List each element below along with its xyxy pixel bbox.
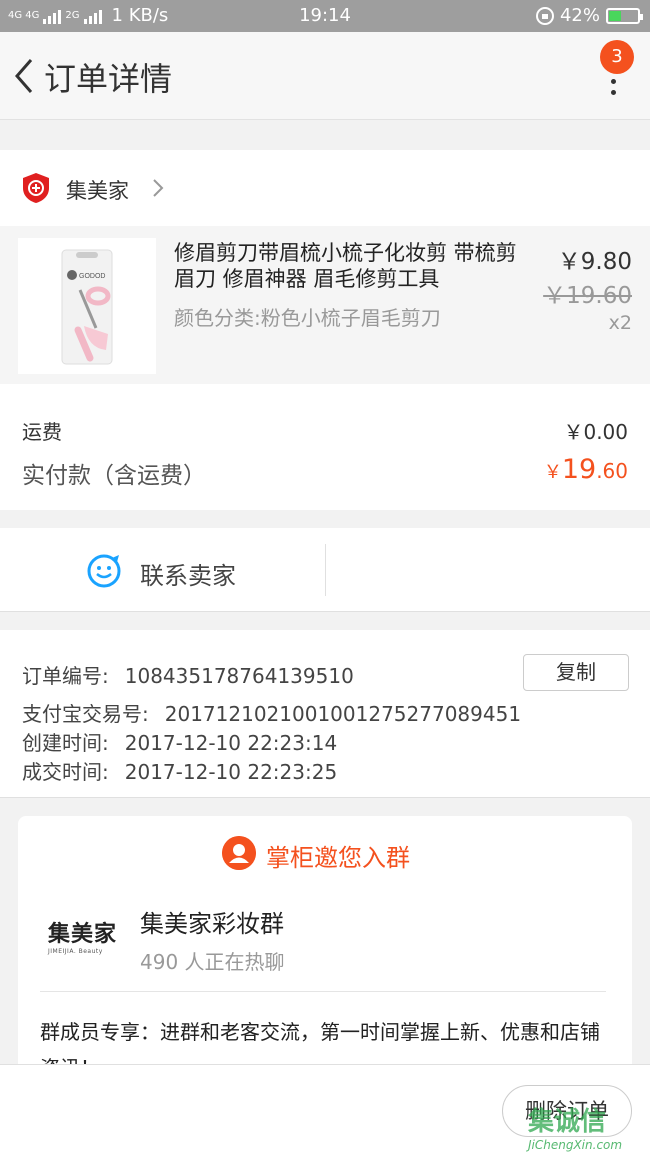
page-title: 订单详情: [44, 60, 173, 98]
completed-time-row: 成交时间: 2017-12-10 22:23:25: [22, 756, 337, 785]
alipay-number-label: 支付宝交易号:: [22, 702, 149, 726]
app-header: 订单详情: [0, 32, 650, 120]
created-time: 2017-12-10 22:23:14: [124, 731, 338, 755]
status-bar: 4G 4G 2G 1 KB/s 19:14 42%: [0, 0, 650, 32]
chat-bubble-icon[interactable]: [86, 552, 122, 588]
watermark-logo: 集诚信: [528, 1107, 607, 1137]
product-original-price: ￥19.60: [543, 283, 632, 309]
back-arrow-icon[interactable]: [14, 58, 34, 94]
group-chat-icon: [222, 836, 256, 870]
product-price: ￥9.80: [557, 249, 632, 275]
paid-currency: ￥: [543, 462, 562, 483]
shipping-value: ￥0.00: [563, 420, 628, 444]
paid-amount: ￥19.60: [544, 454, 628, 485]
order-number-row: 订单编号: 108435178764139510: [22, 660, 354, 689]
group-logo-subtext: JIMEIJIA. Beauty: [48, 948, 103, 955]
notification-badge: 3: [600, 40, 634, 74]
group-logo-text: 集美家: [48, 922, 118, 947]
group-name[interactable]: 集美家彩妆群: [140, 904, 284, 939]
product-sku: 颜色分类:粉色小梳子眉毛剪刀: [174, 306, 441, 330]
completed-time: 2017-12-10 22:23:25: [124, 760, 338, 784]
watermark-url: JiChengXin.com: [528, 1138, 623, 1152]
shop-name[interactable]: 集美家: [66, 175, 129, 205]
product-title[interactable]: 修眉剪刀带眉梳小梳子化妆剪 带梳剪眉刀 修眉神器 眉毛修剪工具: [174, 240, 534, 292]
fee-summary: 运费 ￥0.00 实付款（含运费） ￥19.60: [0, 384, 650, 510]
order-number-label: 订单编号:: [22, 664, 109, 688]
paid-integer: 19: [561, 454, 597, 485]
contact-seller-bar: 联系卖家: [0, 528, 650, 612]
divider: [40, 991, 606, 992]
created-time-label: 创建时间:: [22, 731, 109, 755]
shipping-label: 运费: [22, 420, 62, 444]
copy-button[interactable]: 复制: [523, 654, 629, 691]
created-time-row: 创建时间: 2017-12-10 22:23:14: [22, 727, 337, 756]
rotation-lock-icon: [535, 6, 554, 25]
product-item[interactable]: GODOD 修眉剪刀带眉梳小梳子化妆剪 带梳剪眉刀 修眉神器 眉毛修剪工具 颜色…: [0, 226, 650, 384]
scissors-product-image: GODOD: [61, 249, 113, 365]
paid-decimal: .60: [596, 459, 628, 483]
completed-time-label: 成交时间:: [22, 760, 109, 784]
watermark: 集诚信 JiChengXin.com: [528, 1101, 646, 1152]
group-logo: 集美家 JIMEIJIA. Beauty: [48, 916, 120, 968]
battery-percent: 42%: [559, 5, 600, 26]
bottom-action-bar: 删除订单 集诚信 JiChengXin.com: [0, 1064, 650, 1155]
group-member-count: 490 人正在热聊: [140, 950, 285, 974]
status-right: 42%: [535, 5, 643, 26]
shop-row[interactable]: 集美家: [0, 150, 650, 226]
battery-icon: [606, 7, 643, 24]
divider: [325, 544, 326, 596]
order-number: 108435178764139510: [124, 664, 354, 688]
shop-shield-icon: [23, 173, 49, 203]
group-invite-title: 掌柜邀您入群: [266, 844, 410, 872]
paid-label: 实付款（含运费）: [22, 463, 206, 489]
alipay-number-row: 支付宝交易号: 2017121021001001275277089451: [22, 698, 521, 727]
package-brand: GODOD: [79, 273, 105, 280]
contact-seller-button[interactable]: 联系卖家: [140, 556, 236, 591]
product-quantity: x2: [608, 312, 632, 334]
order-info: 订单编号: 108435178764139510 复制 支付宝交易号: 201712…: [0, 630, 650, 798]
alipay-number: 2017121021001001275277089451: [164, 702, 522, 726]
chevron-right-icon: [153, 179, 164, 197]
product-thumbnail[interactable]: GODOD: [18, 238, 156, 374]
